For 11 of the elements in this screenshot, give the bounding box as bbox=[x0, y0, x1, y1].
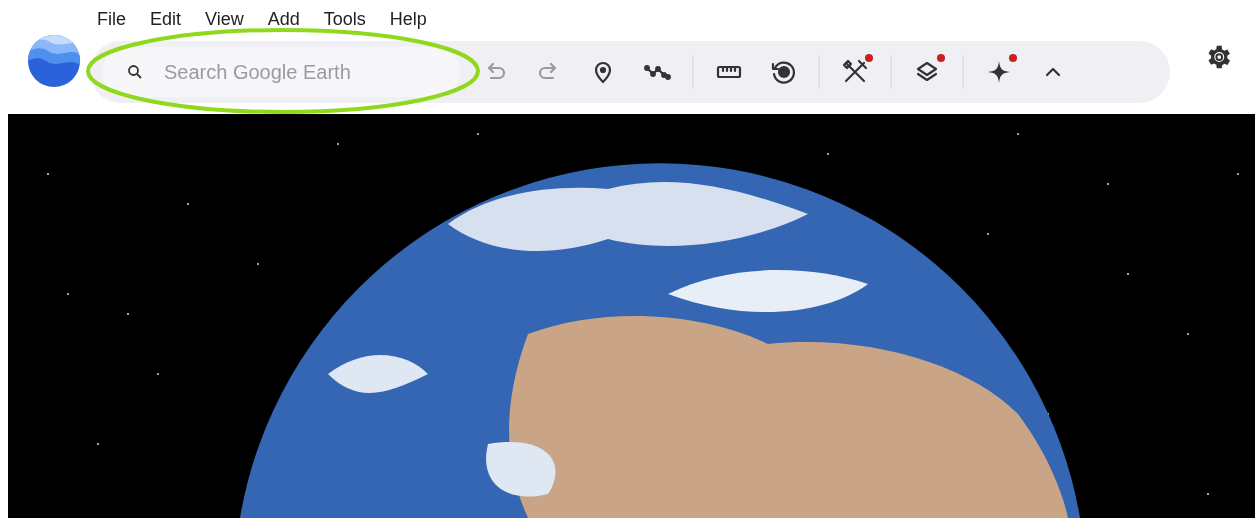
menu-item[interactable]: View bbox=[193, 6, 256, 30]
globe-drawing[interactable] bbox=[240, 163, 1080, 518]
history-icon bbox=[769, 58, 797, 86]
search-field[interactable]: Search Google Earth bbox=[102, 47, 460, 97]
menu-item[interactable]: Edit bbox=[138, 6, 194, 30]
menu-item[interactable]: Help bbox=[377, 6, 439, 30]
menu-item[interactable]: Tools bbox=[311, 6, 378, 30]
search-icon bbox=[126, 63, 144, 81]
menu-item[interactable]: File bbox=[85, 6, 138, 30]
menu-item[interactable]: Add bbox=[255, 6, 312, 30]
earth-logo-icon bbox=[28, 35, 80, 87]
